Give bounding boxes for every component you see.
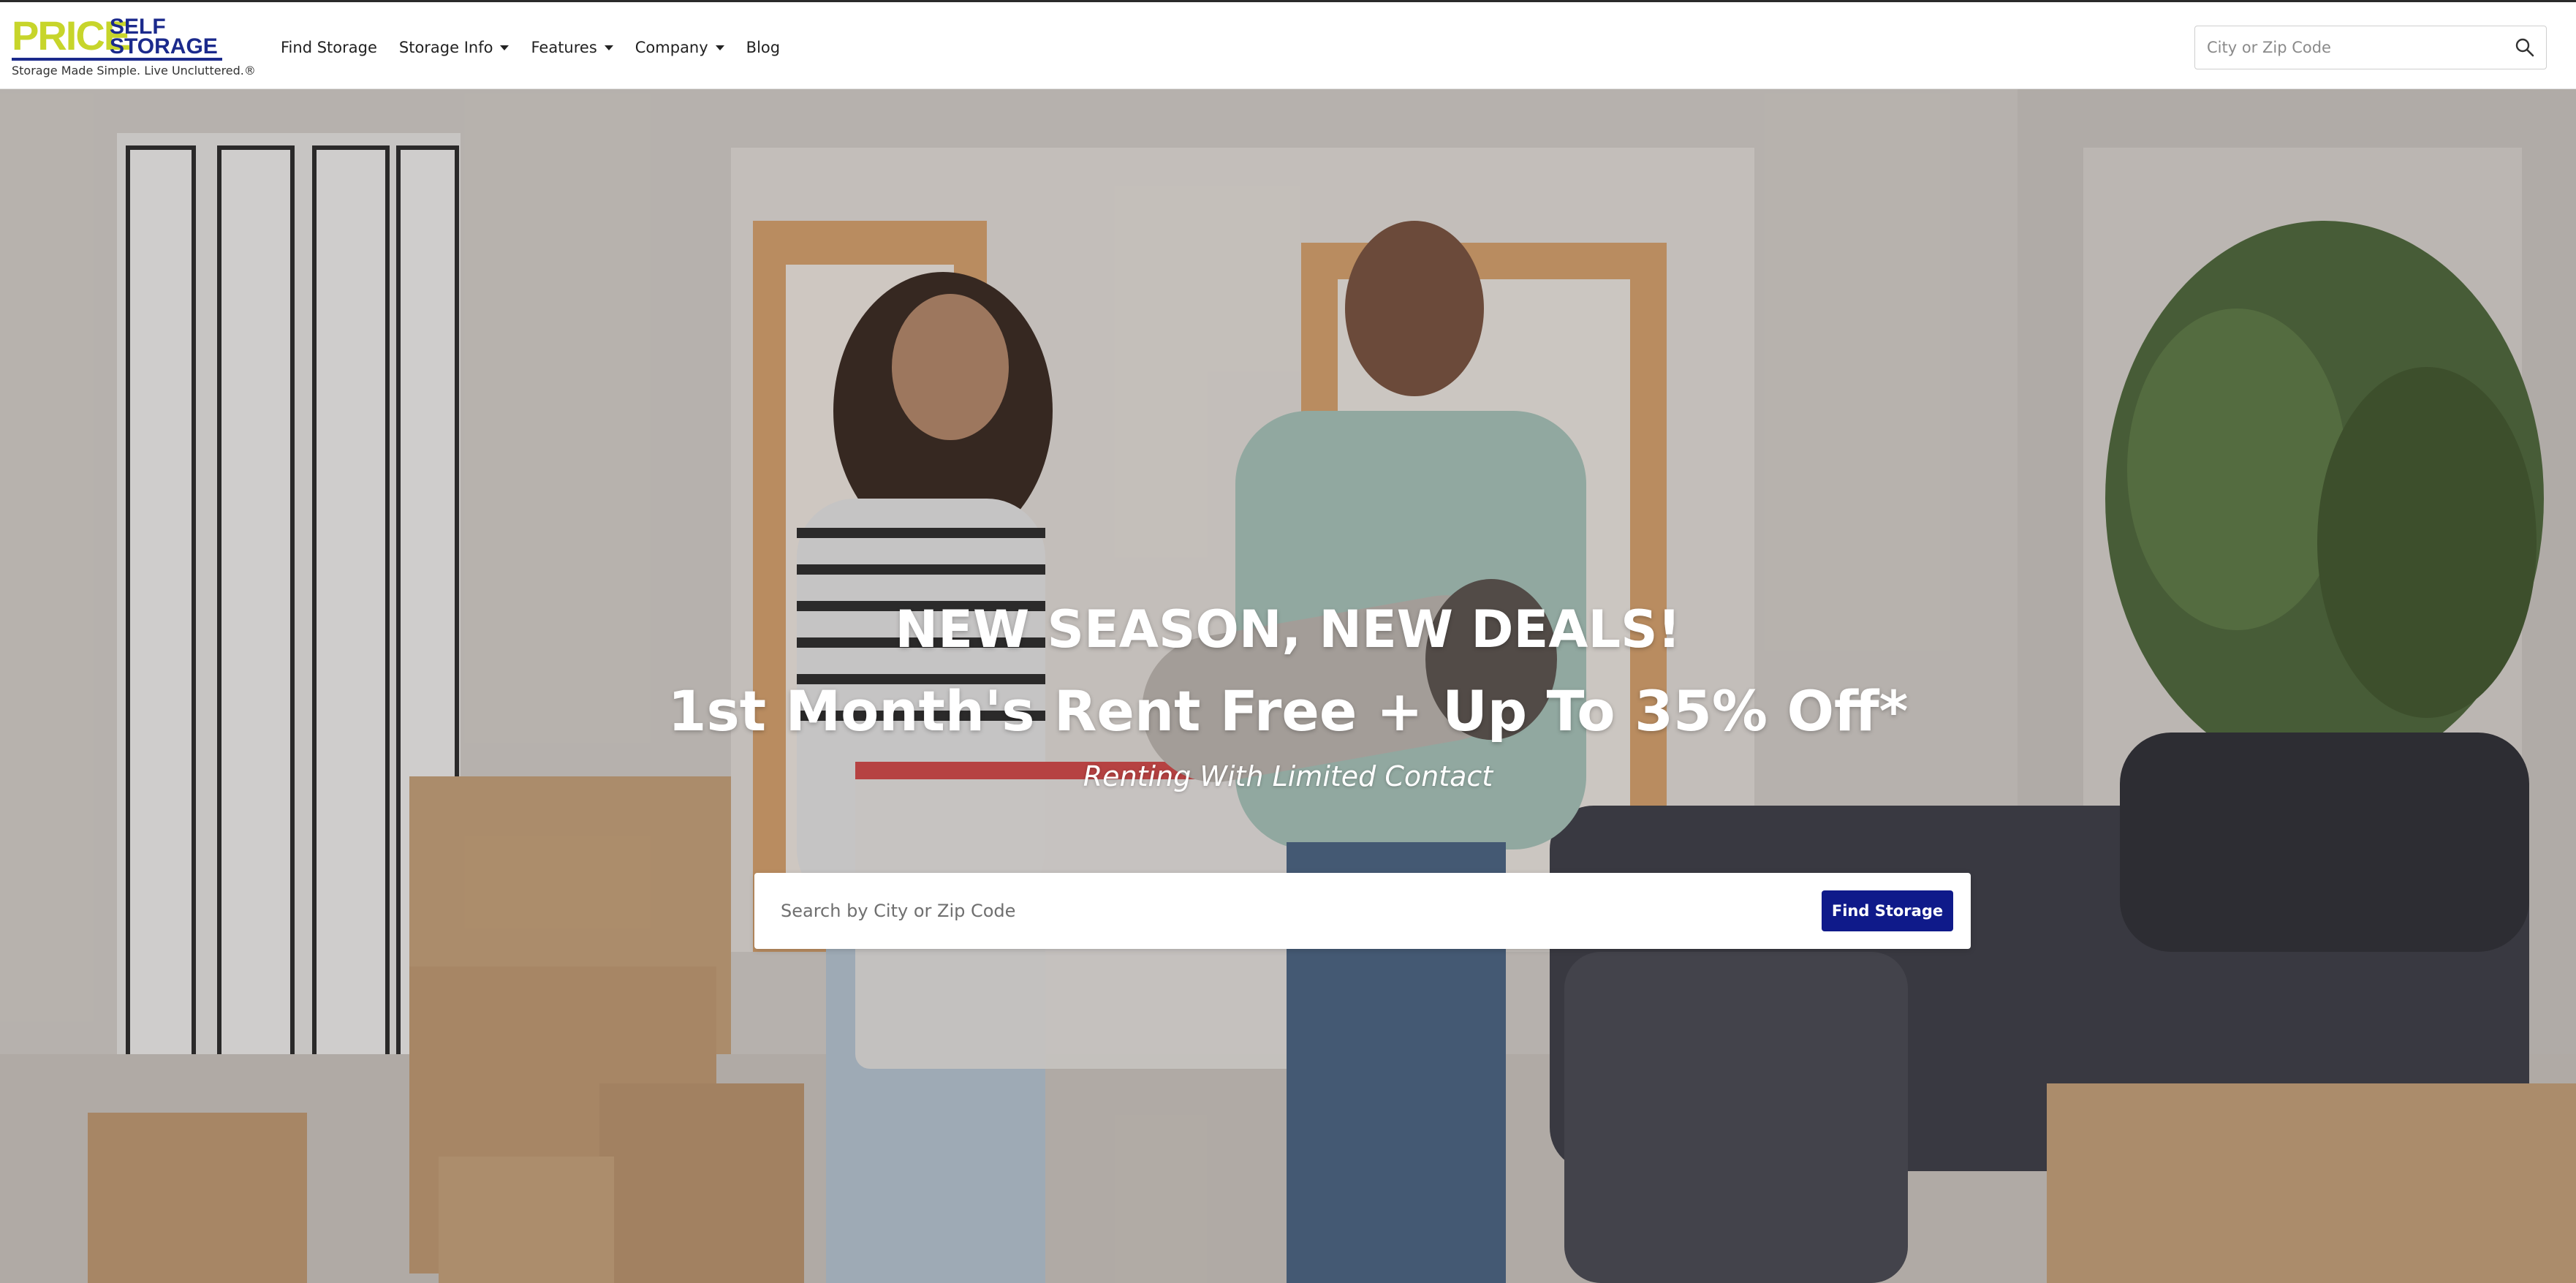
nav-item-storage-info[interactable]: Storage Info <box>399 39 509 56</box>
hero-section: NEW SEASON, NEW DEALS! 1st Month's Rent … <box>0 89 2576 1283</box>
nav-item-label: Find Storage <box>281 39 377 56</box>
logo-underline <box>12 58 222 61</box>
nav-item-find-storage[interactable]: Find Storage <box>281 39 377 56</box>
caret-down-icon <box>604 45 613 50</box>
hero-search-box: Find Storage <box>754 873 1971 949</box>
header-search-input[interactable] <box>2195 27 2502 68</box>
nav-item-label: Company <box>634 39 708 56</box>
search-icon[interactable] <box>2514 37 2536 58</box>
header-search <box>2194 26 2547 69</box>
hero-subtitle: 1st Month's Rent Free + Up To 35% Off* <box>667 678 1909 743</box>
logo-tagline: Storage Made Simple. Live Uncluttered.® <box>12 64 256 77</box>
nav-item-label: Blog <box>746 39 781 56</box>
logo-storage-text: STORAGE <box>110 34 218 58</box>
nav-item-label: Storage Info <box>398 39 493 56</box>
nav-item-features[interactable]: Features <box>531 39 613 56</box>
nav-item-blog[interactable]: Blog <box>746 39 780 56</box>
price-self-storage-logo[interactable]: PRICE SELF STORAGE Storage Made Simple. … <box>12 15 260 81</box>
main-nav: Find Storage Storage Info Features Compa… <box>281 31 802 64</box>
hero-search-input[interactable] <box>781 889 1819 933</box>
hero-tagline: Renting With Limited Contact <box>1083 760 1493 792</box>
find-storage-button[interactable]: Find Storage <box>1822 890 1953 931</box>
site-header: PRICE SELF STORAGE Storage Made Simple. … <box>0 0 2576 89</box>
nav-item-label: Features <box>531 39 597 56</box>
caret-down-icon <box>715 45 724 50</box>
nav-item-company[interactable]: Company <box>635 39 724 56</box>
hero-title: NEW SEASON, NEW DEALS! <box>895 599 1681 659</box>
caret-down-icon <box>500 45 509 50</box>
